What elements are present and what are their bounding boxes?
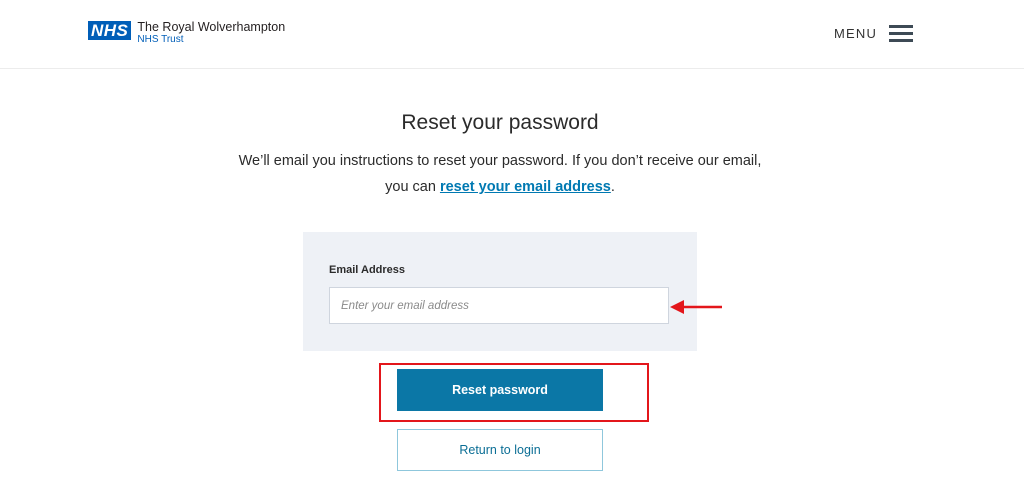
intro-text-end: . — [610, 179, 615, 195]
nhs-logo-badge: NHS — [88, 21, 132, 40]
reset-password-button[interactable]: Reset password — [397, 369, 603, 411]
email-label: Email Address — [329, 264, 406, 276]
org-subtitle: NHS Trust — [137, 34, 184, 45]
email-input[interactable] — [329, 287, 669, 324]
menu-label: MENU — [834, 25, 878, 41]
page-title: Reset your password — [401, 111, 599, 134]
org-name: The Royal Wolverhampton — [137, 20, 286, 34]
arrow-left-icon — [670, 300, 722, 314]
site-header: NHS The Royal Wolverhampton NHS Trust ME… — [0, 0, 1024, 69]
return-to-login-button[interactable]: Return to login — [397, 429, 603, 471]
nhs-trust-logo[interactable]: NHS The Royal Wolverhampton NHS Trust — [88, 21, 285, 46]
hamburger-icon[interactable] — [889, 24, 914, 42]
intro-text: We’ll email you instructions to reset yo… — [230, 148, 770, 200]
email-form-panel: Email Address — [303, 232, 697, 351]
reset-email-link[interactable]: reset your email address — [440, 179, 611, 195]
org-name-block: The Royal Wolverhampton NHS Trust — [137, 21, 285, 46]
menu-button[interactable]: MENU — [834, 24, 914, 42]
